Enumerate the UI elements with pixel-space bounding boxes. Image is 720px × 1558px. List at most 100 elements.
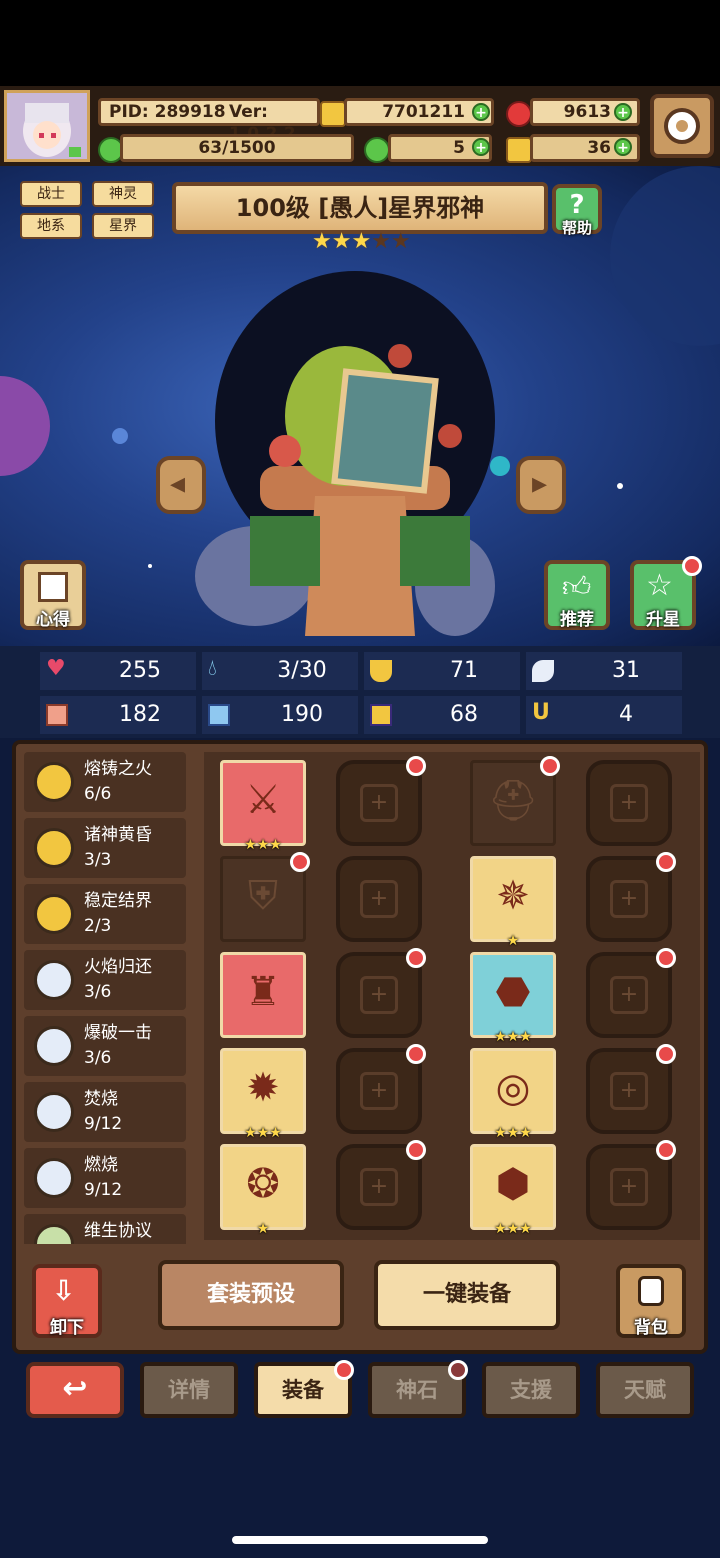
add-clover-icon[interactable]: + <box>472 138 490 156</box>
fire-gem-icon: ✹ <box>246 1065 280 1111</box>
status-bar <box>0 0 720 86</box>
stat-hp-value: 255 <box>119 658 161 683</box>
set-count: 3/6 <box>84 982 112 1002</box>
set-bonus-list[interactable]: 熔铸之火 6/6 诸神黄昏 3/3 稳定结界 2/3 火焰归还 3/6 爆破一击… <box>24 752 190 1244</box>
avatar-portrait-icon <box>7 93 87 159</box>
notes-button[interactable]: 心得 <box>20 560 86 630</box>
add-gold-icon[interactable]: + <box>472 103 490 121</box>
set-item[interactable]: 稳定结界 2/3 <box>24 884 186 944</box>
hero-title-text: 100级 [愚人]星界邪神 <box>235 194 485 222</box>
set-item[interactable]: 焚烧 9/12 <box>24 1082 186 1142</box>
question-icon: ? <box>569 190 585 220</box>
stat-magic: 190 <box>202 696 358 734</box>
equipment-slot[interactable]: ⬢ ★★★ <box>470 1144 556 1237</box>
tab-talent[interactable]: 天赋 <box>596 1362 694 1418</box>
item-star-rating: ★★★ <box>244 837 282 853</box>
slot-notification-dot <box>406 948 426 968</box>
tag-realm[interactable]: 星界 <box>92 213 154 239</box>
stat-speed-value: 31 <box>612 658 640 683</box>
help-label: 帮助 <box>561 219 592 237</box>
silver-medal-icon <box>34 1092 74 1132</box>
unequip-button[interactable]: ⇩ 卸下 <box>32 1264 102 1338</box>
equipment-slot[interactable]: ⚔ ★★★ <box>220 760 306 853</box>
stat-defense: 71 <box>364 652 520 690</box>
player-avatar[interactable] <box>4 90 90 162</box>
set-name: 稳定结界 <box>84 891 152 911</box>
tag-class[interactable]: 战士 <box>20 181 82 207</box>
plus-icon: + <box>610 784 648 822</box>
set-preset-button[interactable]: 套装预设 <box>158 1260 344 1330</box>
set-item[interactable]: 诸神黄昏 3/3 <box>24 818 186 878</box>
tab-support-label: 支援 <box>510 1378 552 1402</box>
equipment-slot[interactable]: ♜ <box>220 952 306 1038</box>
help-button[interactable]: ? 帮助 <box>552 184 602 237</box>
set-item[interactable]: 熔铸之火 6/6 <box>24 752 186 812</box>
set-item[interactable]: 燃烧 9/12 <box>24 1148 186 1208</box>
item-star-rating: ★ <box>506 933 520 949</box>
equipment-slot[interactable]: ✵ ★ <box>470 856 556 949</box>
item-star-rating: ★★★ <box>494 1221 532 1237</box>
add-key-icon[interactable]: + <box>614 138 632 156</box>
exp-bar: 63/1500 <box>120 134 354 162</box>
tab-details[interactable]: 详情 <box>140 1362 238 1418</box>
star-icon: ☆ <box>646 568 673 603</box>
boot-icon: ⬣ <box>495 969 531 1015</box>
green-medal-icon <box>34 1224 74 1244</box>
armor-icon: ♜ <box>245 969 281 1015</box>
tab-support[interactable]: 支援 <box>482 1362 580 1418</box>
slot-notification-dot <box>540 756 560 776</box>
stat-resist-value: 68 <box>450 702 478 727</box>
shield-icon <box>370 660 392 682</box>
silver-medal-icon <box>34 1026 74 1066</box>
prev-hero-button[interactable]: ◂ <box>156 456 206 514</box>
plus-icon: + <box>610 1072 648 1110</box>
pid-text: PID: 289918 <box>109 102 226 122</box>
key-value: 36 <box>587 138 611 158</box>
notebook-icon <box>38 572 68 602</box>
home-indicator[interactable] <box>232 1536 488 1544</box>
slot-notification-dot <box>656 1044 676 1064</box>
tab-details-label: 详情 <box>168 1378 210 1402</box>
tag-race[interactable]: 神灵 <box>92 181 154 207</box>
stat-defense-value: 71 <box>450 658 478 683</box>
silver-medal-icon <box>34 1158 74 1198</box>
equip-all-button[interactable]: 一键装备 <box>374 1260 560 1330</box>
unequip-label: 卸下 <box>50 1318 84 1338</box>
empty-equipment-slot[interactable]: + <box>336 856 422 942</box>
tab-godstone-label: 神石 <box>396 1378 438 1402</box>
empty-equipment-slot[interactable]: + <box>586 760 672 846</box>
settings-button[interactable] <box>650 94 714 158</box>
recommend-button[interactable]: 👍︎ 推荐 <box>544 560 610 630</box>
set-item[interactable]: 维生协议 <box>24 1214 186 1244</box>
tag-element[interactable]: 地系 <box>20 213 82 239</box>
notes-label: 心得 <box>36 610 70 630</box>
arrow-down-icon: ⇩ <box>52 1274 76 1307</box>
plus-icon: + <box>360 880 398 918</box>
heart-icon: ♥ <box>46 656 66 681</box>
gold-value: 7701211 <box>382 102 465 122</box>
next-hero-button[interactable]: ▸ <box>516 456 566 514</box>
set-item[interactable]: 爆破一击 3/6 <box>24 1016 186 1076</box>
equipment-slot[interactable]: ◎ ★★★ <box>470 1048 556 1141</box>
equipment-slot[interactable]: ❂ ★ <box>220 1144 306 1237</box>
plus-icon: + <box>360 784 398 822</box>
add-gem-icon[interactable]: + <box>614 103 632 121</box>
stat-attack: 182 <box>40 696 196 734</box>
necklace-icon: ❂ <box>246 1161 280 1207</box>
item-star-rating: ★ <box>256 1221 270 1237</box>
plus-icon: + <box>610 976 648 1014</box>
stat-mana-value: 3/30 <box>277 658 327 683</box>
set-preset-label: 套装预设 <box>206 1282 295 1307</box>
bag-button[interactable]: 背包 <box>616 1264 686 1338</box>
equipment-slot[interactable]: ✹ ★★★ <box>220 1048 306 1141</box>
water-drop-icon: 💧︎ <box>208 656 217 681</box>
set-item[interactable]: 火焰归还 3/6 <box>24 950 186 1010</box>
ring-icon: ◎ <box>495 1065 531 1111</box>
set-name: 火焰归还 <box>84 957 152 977</box>
equipment-slot[interactable]: ⬣ ★★★ <box>470 952 556 1045</box>
set-count: 3/6 <box>84 1048 112 1068</box>
back-button[interactable]: ↩ <box>26 1362 124 1418</box>
stat-speed: 31 <box>526 652 682 690</box>
amulet-icon: ✵ <box>496 873 530 919</box>
item-star-rating: ★★★ <box>494 1029 532 1045</box>
